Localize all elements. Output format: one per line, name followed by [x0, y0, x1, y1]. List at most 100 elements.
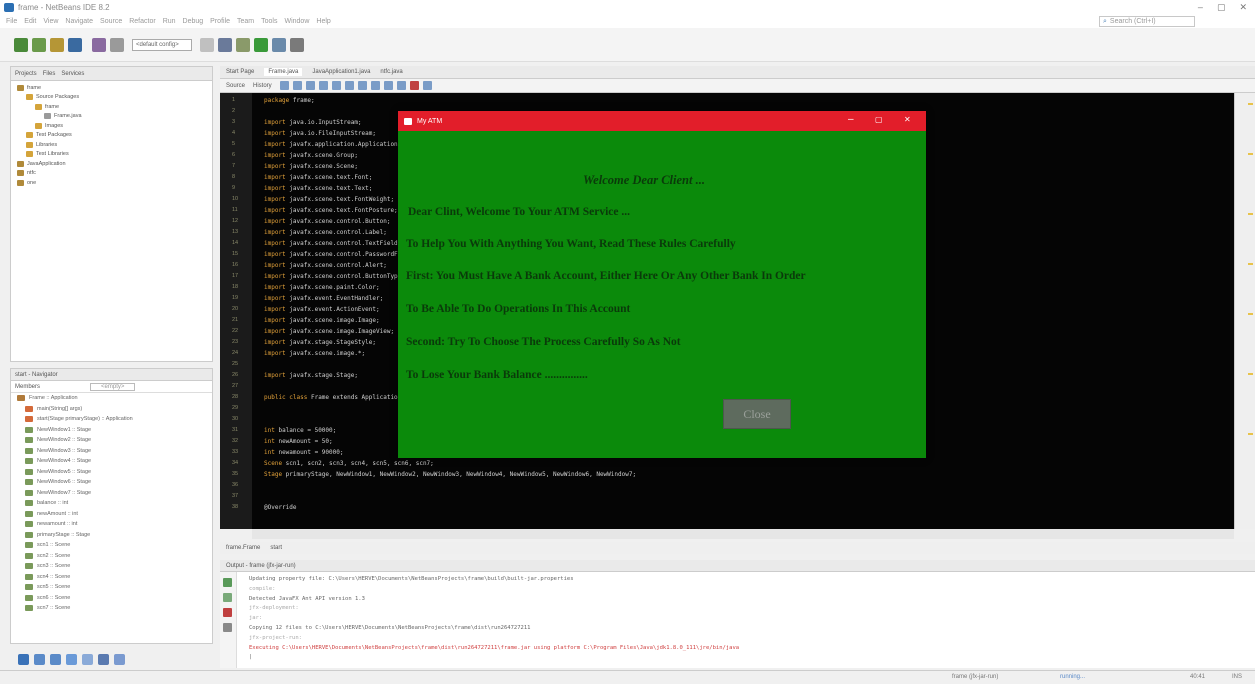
menu-item[interactable]: Window [284, 18, 309, 25]
close-button[interactable]: Close [723, 399, 791, 429]
redo-icon[interactable] [110, 37, 124, 52]
tab-start-page[interactable]: Start Page [226, 69, 254, 75]
tree-node[interactable]: one [17, 178, 212, 188]
undo-icon[interactable] [92, 37, 106, 52]
shift-right-icon[interactable] [370, 81, 380, 90]
settings-icon[interactable] [223, 623, 232, 632]
tree-node[interactable]: JavaApplication [17, 159, 212, 169]
menu-item[interactable]: Refactor [129, 18, 155, 25]
rerun-options-icon[interactable] [223, 593, 232, 602]
tab-projects[interactable]: Projects [15, 71, 37, 77]
stop-icon[interactable] [223, 608, 232, 617]
menu-item[interactable]: Team [237, 18, 254, 25]
find-next-icon[interactable] [331, 81, 341, 90]
minimize-button[interactable]: – [1198, 2, 1203, 13]
member-item[interactable]: NewWindow1 :: Stage [11, 425, 212, 436]
stripe-mark[interactable] [1248, 313, 1253, 315]
filter-icon[interactable] [18, 653, 29, 665]
source-button[interactable]: Source [226, 83, 245, 89]
stripe-mark[interactable] [1248, 263, 1253, 265]
menu-item[interactable]: Tools [261, 18, 277, 25]
shift-left-icon[interactable] [357, 81, 367, 90]
stripe-mark[interactable] [1248, 103, 1253, 105]
member-item[interactable]: scn7 :: Scene [11, 603, 212, 614]
stripe-mark[interactable] [1248, 373, 1253, 375]
stripe-mark[interactable] [1248, 213, 1253, 215]
profile-icon[interactable] [290, 37, 304, 52]
breadcrumb-method[interactable]: start [270, 545, 282, 551]
tree-node[interactable]: Images [17, 121, 212, 131]
rerun-icon[interactable] [223, 578, 232, 587]
member-item[interactable]: NewWindow2 :: Stage [11, 435, 212, 446]
menu-item[interactable]: View [43, 18, 58, 25]
output-console[interactable]: Updating property file: C:\Users\HERVE\D… [236, 572, 1255, 668]
save-all-icon[interactable] [68, 37, 82, 52]
find-previous-icon[interactable] [318, 81, 328, 90]
tree-node[interactable]: frame [17, 102, 212, 112]
back-icon[interactable] [279, 81, 289, 90]
member-item[interactable]: scn2 :: Scene [11, 551, 212, 562]
toggle-highlight-icon[interactable] [344, 81, 354, 90]
tab-files[interactable]: Files [43, 71, 56, 77]
record-macro-icon[interactable] [409, 81, 419, 90]
member-item[interactable]: start(Stage primaryStage) :: Application [11, 414, 212, 425]
dialog-minimize-button[interactable]: – [848, 115, 854, 125]
members-filter-select[interactable]: <empty> [90, 382, 136, 391]
menu-item[interactable]: Navigate [65, 18, 93, 25]
dialog-maximize-button[interactable]: ▢ [875, 115, 883, 125]
new-file-icon[interactable] [32, 37, 46, 52]
member-item[interactable]: scn1 :: Scene [11, 540, 212, 551]
member-item[interactable]: main(String[] args) [11, 404, 212, 415]
tree-node[interactable]: frame [17, 83, 212, 93]
member-item[interactable]: NewWindow7 :: Stage [11, 488, 212, 499]
search-input[interactable]: ⌕ Search (Ctrl+I) [1099, 16, 1195, 27]
target-icon[interactable] [200, 37, 214, 52]
member-item[interactable]: NewWindow5 :: Stage [11, 467, 212, 478]
tab-javaapplication1-java[interactable]: JavaApplication1.java [312, 69, 370, 75]
tree-node[interactable]: Test Libraries [17, 150, 212, 160]
close-window-button[interactable]: ✕ [1239, 2, 1247, 13]
menu-item[interactable]: File [6, 18, 17, 25]
menu-item[interactable]: Debug [183, 18, 204, 25]
menu-item[interactable]: Run [163, 18, 176, 25]
menu-item[interactable]: Profile [210, 18, 230, 25]
breadcrumb-class[interactable]: frame.Frame [226, 545, 260, 551]
settings-icon[interactable] [98, 653, 109, 665]
comment-icon[interactable] [383, 81, 393, 90]
editor-horizontal-scrollbar[interactable] [252, 529, 1234, 539]
member-item[interactable]: newamount :: int [11, 519, 212, 530]
stripe-mark[interactable] [1248, 433, 1253, 435]
tree-node[interactable]: Libraries [17, 140, 212, 150]
new-project-icon[interactable] [14, 37, 28, 52]
tree-node[interactable]: Test Packages [17, 131, 212, 141]
clean-build-icon[interactable] [236, 37, 250, 52]
member-item[interactable]: scn4 :: Scene [11, 572, 212, 583]
dialog-close-button[interactable]: ✕ [904, 115, 911, 125]
member-item[interactable]: scn6 :: Scene [11, 593, 212, 604]
navigator-root[interactable]: Frame :: Application [11, 393, 212, 404]
member-item[interactable]: scn3 :: Scene [11, 561, 212, 572]
fields-icon[interactable] [34, 653, 45, 665]
member-item[interactable]: NewWindow6 :: Stage [11, 477, 212, 488]
tree-node[interactable]: Source Packages [17, 93, 212, 103]
static-icon[interactable] [50, 653, 61, 665]
build-icon[interactable] [218, 37, 232, 52]
uncomment-icon[interactable] [396, 81, 406, 90]
config-select[interactable]: <default config> [132, 38, 192, 51]
member-item[interactable]: balance :: int [11, 498, 212, 509]
inherited-icon[interactable] [66, 653, 77, 665]
tree-node[interactable]: ntfc [17, 169, 212, 179]
member-item[interactable]: primaryStage :: Stage [11, 530, 212, 541]
member-item[interactable]: newAmount :: int [11, 509, 212, 520]
sort-icon[interactable] [82, 653, 93, 665]
forward-icon[interactable] [292, 81, 302, 90]
menu-item[interactable]: Edit [24, 18, 36, 25]
tab-ntfc-java[interactable]: ntfc.java [380, 69, 402, 75]
expand-icon[interactable] [114, 653, 125, 665]
stop-macro-icon[interactable] [422, 81, 432, 90]
member-item[interactable]: NewWindow4 :: Stage [11, 456, 212, 467]
tab-frame-java[interactable]: Frame.java [264, 68, 303, 76]
tab-services[interactable]: Services [61, 71, 84, 77]
maximize-button[interactable]: ▢ [1217, 2, 1226, 13]
status-project[interactable]: frame (jfx-jar-run) [952, 674, 998, 680]
